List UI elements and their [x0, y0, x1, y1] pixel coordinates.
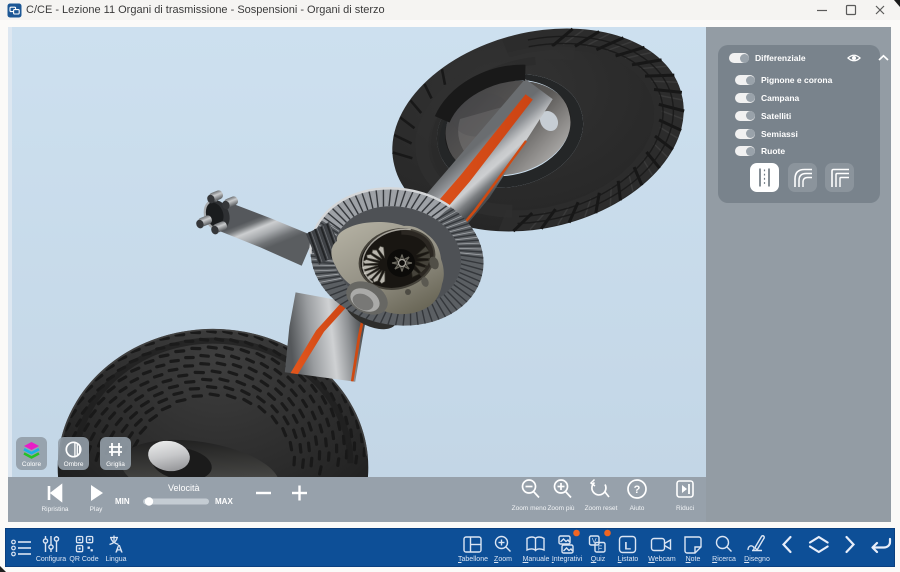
svg-text:A: A [115, 544, 123, 556]
svg-text:V: V [592, 538, 597, 545]
svg-text:L: L [624, 541, 631, 553]
svg-text:?: ? [634, 484, 641, 496]
svg-text:F: F [598, 546, 602, 553]
